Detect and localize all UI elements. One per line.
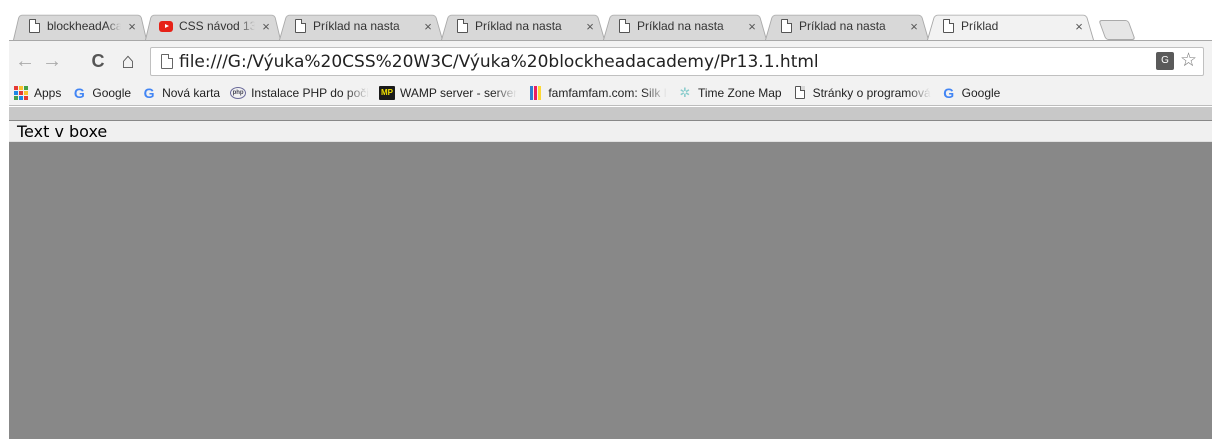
tab-priklad-3[interactable]: Príklad na nasta × xyxy=(599,12,771,40)
famfamfam-icon xyxy=(527,85,543,101)
php-icon: php xyxy=(230,86,247,99)
bookmark-instalace-php[interactable]: php Instalace PHP do poči xyxy=(230,86,369,100)
url-text[interactable]: file:///G:/Výuka%20CSS%20W3C/Výuka%20blo… xyxy=(179,52,819,72)
youtube-icon xyxy=(159,19,173,34)
bookmark-label: Google xyxy=(92,85,132,100)
document-icon xyxy=(792,85,808,101)
reload-icon[interactable]: C xyxy=(86,49,110,73)
tab-priklad-1[interactable]: Príklad na nasta × xyxy=(275,12,447,40)
tab-priklad-active[interactable]: Príklad × xyxy=(923,12,1098,40)
tab-title: Príklad na nasta xyxy=(799,19,886,33)
close-icon[interactable]: × xyxy=(421,19,435,34)
bookmark-label: Nová karta xyxy=(162,85,221,100)
tab-blockhead[interactable]: blockheadAcade × xyxy=(9,12,151,40)
bookmark-nova-karta[interactable]: G Nová karta xyxy=(141,85,220,101)
window-frame-edge xyxy=(0,0,9,439)
apps-icon xyxy=(13,85,29,101)
new-tab-button[interactable] xyxy=(1102,20,1132,40)
document-icon xyxy=(27,19,41,34)
google-icon: G xyxy=(943,84,955,101)
close-icon[interactable]: × xyxy=(583,19,597,34)
google-icon: G xyxy=(73,84,85,101)
document-icon xyxy=(617,19,631,34)
bookmark-google[interactable]: G Google xyxy=(71,85,131,101)
page-viewport: Text v boxe xyxy=(9,107,1212,439)
document-icon xyxy=(293,19,307,34)
back-arrow-icon[interactable]: ← xyxy=(13,49,37,73)
close-icon[interactable]: × xyxy=(125,19,139,34)
document-icon xyxy=(941,19,955,34)
timezone-icon: ✲ xyxy=(679,84,691,100)
document-icon xyxy=(455,19,469,34)
bookmark-stranky-o-programovani[interactable]: Stránky o programová xyxy=(792,85,931,101)
tab-priklad-4[interactable]: Príklad na nasta × xyxy=(761,12,933,40)
bookmark-label: Google xyxy=(961,85,1001,100)
bookmark-apps[interactable]: Apps xyxy=(13,85,61,101)
bookmark-label: WAMP server - server xyxy=(399,85,518,100)
browser-toolbar: ← → C ⌂ file:///G:/Výuka%20CSS%20W3C/Výu… xyxy=(9,40,1212,80)
tab-title: Príklad na nasta xyxy=(637,19,724,33)
google-icon: G xyxy=(143,84,155,101)
tab-row: blockheadAcade × CSS návod 13 Ro × Príkl… xyxy=(9,12,1132,40)
text-box: Text v boxe xyxy=(9,121,1212,142)
page-background xyxy=(9,120,1212,439)
page-info-icon[interactable] xyxy=(161,54,173,69)
tab-priklad-2[interactable]: Príklad na nasta × xyxy=(437,12,609,40)
tab-css-navod[interactable]: CSS návod 13 Ro × xyxy=(141,12,285,40)
bookmark-label: Stránky o programová xyxy=(812,85,931,100)
bookmark-label: Time Zone Map xyxy=(698,85,782,100)
forward-arrow-icon[interactable]: → xyxy=(40,49,64,73)
tab-title: blockheadAcade xyxy=(47,19,121,33)
bookmark-famfamfam[interactable]: famfamfam.com: Silk I xyxy=(527,85,667,101)
close-icon[interactable]: × xyxy=(1072,19,1086,34)
bookmark-label: Instalace PHP do poči xyxy=(251,85,369,100)
bookmark-time-zone-map[interactable]: ✲ Time Zone Map xyxy=(677,85,782,101)
close-icon[interactable]: × xyxy=(745,19,759,34)
tab-title: Príklad xyxy=(961,19,999,33)
tab-title: CSS návod 13 Ro xyxy=(179,19,255,33)
bookmarks-bar: Apps G Google G Nová karta php Instalace… xyxy=(9,80,1212,106)
document-icon xyxy=(779,19,793,34)
omnibox-actions: G ☆ xyxy=(1155,51,1197,70)
close-icon[interactable]: × xyxy=(259,19,273,34)
bookmark-google-2[interactable]: G Google xyxy=(941,84,1001,101)
bookmark-star-icon[interactable]: ☆ xyxy=(1180,51,1197,70)
bookmark-label: Apps xyxy=(34,85,62,100)
home-icon[interactable]: ⌂ xyxy=(116,48,140,73)
address-bar[interactable]: file:///G:/Výuka%20CSS%20W3C/Výuka%20blo… xyxy=(150,47,1204,76)
bookmark-label: famfamfam.com: Silk I xyxy=(548,85,667,100)
close-icon[interactable]: × xyxy=(907,19,921,34)
bookmark-wamp-server[interactable]: MP WAMP server - server xyxy=(378,85,518,100)
translate-icon[interactable]: G xyxy=(1155,51,1174,70)
tab-title: Príklad na nasta xyxy=(313,19,400,33)
mp-icon: MP xyxy=(378,85,395,100)
tab-title: Príklad na nasta xyxy=(475,19,562,33)
tab-strip: blockheadAcade × CSS návod 13 Ro × Príkl… xyxy=(9,0,1212,43)
